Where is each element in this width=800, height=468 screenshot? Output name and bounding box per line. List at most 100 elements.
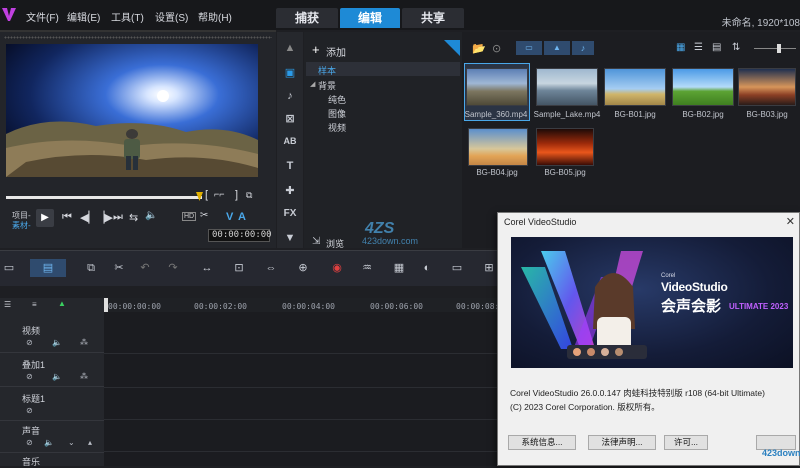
tab-capture[interactable]: 捕获 [276, 8, 338, 28]
scroll-down-icon[interactable]: ▼ [281, 232, 299, 246]
thumb-bg-b04[interactable] [468, 128, 528, 166]
track-list-icon[interactable]: ☰ [4, 300, 11, 309]
legal-notice-button[interactable]: 法律声明... [588, 435, 656, 450]
timeline-view-icon[interactable]: ▤ [30, 259, 66, 277]
mark-in-icon[interactable]: ⌐⌐ [214, 189, 225, 199]
link-icon[interactable]: ⊘ [26, 438, 33, 447]
show-video-toggle[interactable]: ▭ [516, 41, 542, 55]
track-voice[interactable]: 声音 ⊘ 🔈 ⌄ ▴ [0, 420, 104, 453]
graphic-icon[interactable]: ✚ [281, 184, 299, 198]
prev-frame-icon[interactable]: ◀▏ [80, 211, 97, 224]
pin-corner-icon[interactable] [444, 40, 460, 56]
play-button[interactable]: ▶ [36, 209, 54, 227]
close-icon[interactable]: ✕ [786, 215, 795, 228]
record-capture-icon[interactable]: ◉ [330, 262, 344, 274]
go-end-icon[interactable]: ⏭ [113, 211, 123, 224]
zoom-v-icon[interactable]: V [226, 211, 233, 223]
license-button[interactable]: 许可... [664, 435, 708, 450]
grid-view-icon[interactable]: ▦ [676, 42, 685, 53]
track-manager-icon[interactable]: ⧉ [84, 262, 98, 274]
clip-mode-label[interactable]: 素材- [12, 220, 31, 231]
undo-icon[interactable]: ↶ [138, 262, 152, 274]
timeline-track-area[interactable] [104, 312, 500, 466]
track-title[interactable]: 标题1 ⊘ [0, 388, 104, 421]
track-video[interactable]: 视频 ⊘ 🔈 ⁂ [0, 320, 104, 353]
link-icon[interactable]: ⊘ [26, 338, 33, 347]
add-track-icon[interactable]: ▲ [58, 299, 66, 308]
menu-help[interactable]: 帮助(H) [198, 9, 232, 24]
track-overlay[interactable]: 叠加1 ⊘ 🔈 ⁂ [0, 354, 104, 387]
thumb-size-slider-handle[interactable] [777, 44, 781, 53]
repeat-icon[interactable]: ⇆ [129, 211, 138, 224]
tools-icon[interactable]: ✂ [112, 262, 126, 274]
title-icon[interactable]: T [281, 160, 299, 174]
menu-settings[interactable]: 设置(S) [155, 9, 188, 24]
split-clip-icon[interactable]: ✂ [200, 210, 208, 221]
mark-in-button[interactable]: [ [205, 189, 208, 201]
add-folder-button[interactable]: 添加 [326, 44, 346, 59]
scroll-up-icon[interactable]: ▲ [281, 42, 299, 56]
add-icon[interactable]: + [312, 42, 320, 57]
show-photo-toggle[interactable]: ▲ [544, 41, 570, 55]
panel-grip[interactable] [4, 36, 272, 39]
copy-icon[interactable]: ⧉ [246, 190, 252, 201]
thumb-bg-b02[interactable] [672, 68, 734, 106]
video-preview[interactable] [6, 44, 258, 177]
resolution-badge[interactable]: HD [182, 212, 197, 221]
audio-mixer-icon[interactable]: ♒ [360, 262, 374, 274]
go-start-icon[interactable]: ⏮ [62, 211, 72, 224]
tab-share[interactable]: 共享 [402, 8, 464, 28]
crop-icon[interactable]: ⊡ [232, 262, 246, 274]
fx-filter-icon[interactable]: FX [281, 208, 299, 222]
media-library-icon[interactable]: ▣ [281, 66, 299, 80]
track-music[interactable]: 音乐 [0, 452, 104, 467]
menu-edit[interactable]: 编辑(E) [67, 9, 100, 24]
thumb-bg-b03[interactable] [738, 68, 796, 106]
import-folder-icon[interactable]: 📂 [472, 42, 486, 55]
transition-icon[interactable]: ⊠ [281, 112, 299, 126]
ab-transition-icon[interactable]: AB [281, 136, 299, 150]
browse-button[interactable]: 浏览 [326, 237, 344, 250]
expand-arrow-icon[interactable]: ◢ [310, 80, 315, 88]
thumb-sample-360[interactable] [466, 68, 528, 106]
tab-edit[interactable]: 编辑 [340, 8, 400, 28]
thumb-bg-b05[interactable] [536, 128, 594, 166]
thumb-size-slider[interactable] [754, 48, 796, 49]
menu-tools[interactable]: 工具(T) [111, 9, 144, 24]
fit-timeline-icon[interactable]: ↔ [200, 262, 214, 274]
browse-icon[interactable]: ⇲ [312, 236, 320, 247]
extend-icon[interactable]: ⇔ [264, 262, 278, 274]
zoom-a-icon[interactable]: A [238, 211, 246, 223]
volume-icon[interactable]: 🔈 [145, 210, 157, 221]
redo-icon[interactable]: ↷ [166, 262, 180, 274]
mute-icon[interactable]: 🔈 [44, 438, 54, 447]
mute-icon[interactable]: 🔈 [52, 372, 62, 381]
expand-down-icon[interactable]: ⌄ [68, 438, 75, 447]
tree-item-background[interactable]: 背景 [318, 79, 336, 92]
link-icon[interactable]: ⊘ [26, 406, 33, 415]
mark-out-button[interactable]: ] [235, 189, 238, 201]
show-audio-toggle[interactable]: ♪ [572, 41, 594, 55]
track-options-icon[interactable]: ≡ [32, 300, 37, 309]
details-view-icon[interactable]: ▤ [712, 42, 721, 53]
list-view-icon[interactable]: ☰ [694, 42, 703, 53]
system-info-button[interactable]: 系统信息... [508, 435, 576, 450]
link-icon[interactable]: ⊘ [26, 372, 33, 381]
sort-icon[interactable]: ⇅ [732, 42, 740, 53]
tree-item-video[interactable]: 视频 [328, 121, 346, 134]
timecode-display[interactable]: 00:00:00:00 [208, 229, 272, 242]
menu-file[interactable]: 文件(F) [26, 9, 59, 24]
mute-icon[interactable]: 🔈 [52, 338, 62, 347]
mask-icon[interactable]: ◐ [420, 262, 434, 274]
collapse-icon[interactable]: ▴ [88, 438, 92, 447]
tree-item-sample[interactable]: 样本 [306, 62, 460, 76]
tree-item-image[interactable]: 图像 [328, 107, 346, 120]
tree-item-solid[interactable]: 纯色 [328, 93, 346, 106]
ripple-icon[interactable]: ⁂ [80, 338, 88, 347]
playback-scrubber[interactable] [6, 196, 202, 199]
motion-icon[interactable]: ⊕ [296, 262, 310, 274]
grid-lines-icon[interactable]: ⊞ [482, 262, 496, 274]
multicam-icon[interactable]: ▦ [392, 262, 406, 274]
instant-project-icon[interactable]: ♪ [281, 90, 299, 104]
next-frame-icon[interactable]: ▕▶ [96, 211, 113, 224]
